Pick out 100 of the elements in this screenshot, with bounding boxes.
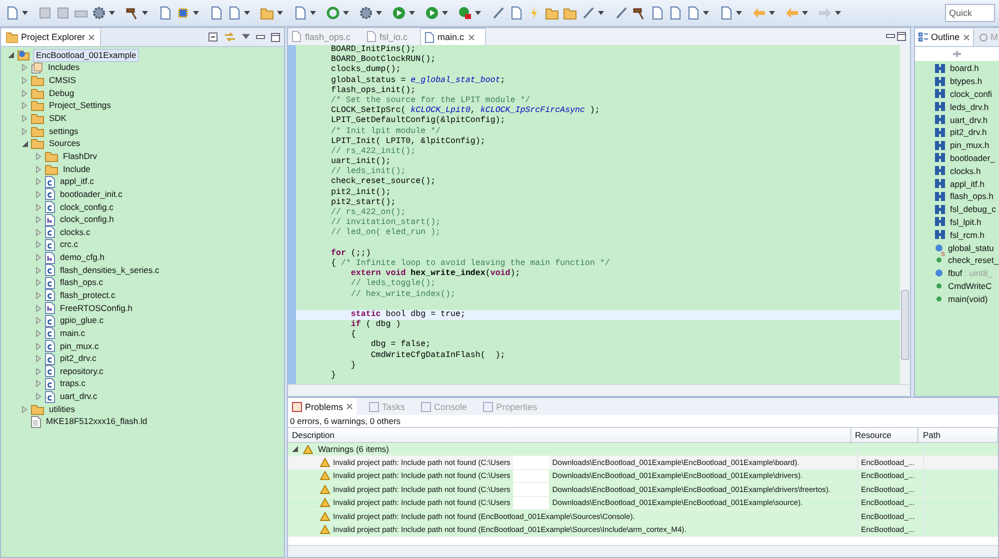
collapse-all-icon[interactable] xyxy=(208,32,218,42)
tree-item[interactable]: flash_ops.c xyxy=(58,277,105,288)
view-menu-icon[interactable] xyxy=(242,34,250,40)
tree-item[interactable]: pit2_drv.c xyxy=(58,353,98,364)
tree-item[interactable]: gpio_glue.c xyxy=(58,315,106,326)
tree-item[interactable]: Sources xyxy=(47,138,82,150)
outline-item[interactable]: check_reset_ xyxy=(948,255,999,266)
tree-item[interactable]: appl_itf.c xyxy=(58,176,96,188)
collapsed-arrow-icon[interactable] xyxy=(22,64,27,72)
horizontal-scrollbar[interactable] xyxy=(288,384,910,396)
collapsed-arrow-icon[interactable] xyxy=(36,304,41,312)
tree-item[interactable]: FreeRTOSConfig.h xyxy=(58,302,134,314)
expanded-arrow-icon[interactable] xyxy=(8,52,14,58)
caret-icon[interactable] xyxy=(835,10,842,16)
caret-icon[interactable] xyxy=(244,10,251,16)
caret-icon[interactable] xyxy=(769,10,776,16)
caret-icon[interactable] xyxy=(22,10,29,16)
collapsed-arrow-icon[interactable] xyxy=(36,241,41,248)
tree-item[interactable]: CMSIS xyxy=(47,75,78,86)
collapsed-arrow-icon[interactable] xyxy=(36,152,41,160)
outline-item[interactable]: pin_mux.h xyxy=(950,140,990,150)
tree-item[interactable]: uart_drv.c xyxy=(58,391,100,402)
outline-item[interactable]: fsl_lpit.h xyxy=(950,216,982,227)
collapsed-arrow-icon[interactable] xyxy=(22,102,27,110)
collapsed-arrow-icon[interactable] xyxy=(36,178,41,186)
outline-item[interactable]: global_statu xyxy=(948,242,994,253)
collapsed-arrow-icon[interactable] xyxy=(36,317,41,324)
expanded-arrow-icon[interactable] xyxy=(22,140,28,147)
editor-tab[interactable]: main.c xyxy=(420,28,486,46)
outline-item[interactable]: bootloader_ xyxy=(950,152,995,163)
tree-item[interactable]: crc.c xyxy=(58,239,80,250)
outline-item[interactable]: fbuf : uint8_ xyxy=(948,268,992,278)
vertical-scrollbar[interactable] xyxy=(900,45,910,384)
tree-item[interactable]: clock_config.c xyxy=(58,202,116,212)
caret-icon[interactable] xyxy=(142,10,149,16)
close-icon[interactable] xyxy=(962,34,970,40)
collapsed-arrow-icon[interactable] xyxy=(22,77,27,84)
caret-icon[interactable] xyxy=(802,10,809,16)
outline-item[interactable]: fsl_debug_c xyxy=(950,204,996,214)
caret-icon[interactable] xyxy=(475,10,482,16)
outline-item[interactable]: main(void) xyxy=(948,294,988,304)
caret-icon[interactable] xyxy=(442,10,449,16)
tree-item[interactable]: repository.c xyxy=(58,366,106,377)
view-tab[interactable]: Project Explorer xyxy=(1,28,102,46)
caret-icon[interactable] xyxy=(409,10,416,16)
save-icon[interactable] xyxy=(37,5,53,21)
tree-item[interactable]: utilities xyxy=(47,404,77,415)
outline-item[interactable]: clock_confi xyxy=(950,88,992,99)
collapsed-arrow-icon[interactable] xyxy=(36,380,41,388)
collapsed-arrow-icon[interactable] xyxy=(22,90,27,97)
tree-item[interactable]: Project_Settings xyxy=(47,100,113,112)
outline-item[interactable]: appl_itf.h xyxy=(950,178,984,189)
tree-item[interactable]: traps.c xyxy=(58,378,88,390)
quick-access-field[interactable]: Quick xyxy=(945,4,995,22)
view-tab[interactable]: Problems xyxy=(288,398,358,415)
tree-item[interactable]: main.c xyxy=(58,328,88,339)
expanded-arrow-icon[interactable] xyxy=(292,446,298,452)
run-config-icon[interactable] xyxy=(424,5,440,21)
caret-icon[interactable] xyxy=(109,10,116,16)
outline-item[interactable]: leds_drv.h xyxy=(950,102,989,112)
minimize-icon[interactable] xyxy=(886,34,895,39)
tree-item[interactable]: pin_mux.c xyxy=(58,340,101,352)
run-icon[interactable] xyxy=(391,5,407,21)
outline-item[interactable]: CmdWriteC xyxy=(948,280,992,291)
collapsed-arrow-icon[interactable] xyxy=(36,330,41,337)
caret-icon[interactable] xyxy=(703,10,710,16)
tree-item[interactable]: flash_protect.c xyxy=(58,290,118,301)
tree-item[interactable]: flash_densities_k_series.c xyxy=(58,264,162,276)
collapsed-arrow-icon[interactable] xyxy=(36,355,41,362)
tree-item[interactable]: Debug xyxy=(47,88,76,99)
collapsed-arrow-icon[interactable] xyxy=(36,368,41,375)
column-header[interactable]: Description xyxy=(288,428,851,442)
collapsed-arrow-icon[interactable] xyxy=(36,228,41,236)
caret-icon[interactable] xyxy=(193,10,200,16)
tree-item[interactable]: clocks.c xyxy=(58,226,92,238)
collapsed-arrow-icon[interactable] xyxy=(36,342,41,350)
caret-icon[interactable] xyxy=(277,10,284,16)
maximize-icon[interactable] xyxy=(271,32,280,42)
collapsed-arrow-icon[interactable] xyxy=(36,279,41,286)
column-header[interactable]: Resource xyxy=(851,428,918,442)
toolbar-icon[interactable] xyxy=(952,50,962,58)
scrollbar-thumb[interactable] xyxy=(901,290,909,360)
minimize-icon[interactable] xyxy=(256,34,265,40)
tree-item[interactable]: demo_cfg.h xyxy=(58,252,106,264)
tree-item[interactable]: bootloader_init.c xyxy=(58,188,124,200)
close-icon[interactable] xyxy=(346,403,354,410)
collapsed-arrow-icon[interactable] xyxy=(36,292,41,299)
tree-item[interactable]: MKE18F512xxx16_flash.ld xyxy=(44,416,150,428)
collapsed-arrow-icon[interactable] xyxy=(22,128,27,135)
caret-icon[interactable] xyxy=(736,10,743,16)
collapsed-arrow-icon[interactable] xyxy=(36,254,41,262)
collapsed-arrow-icon[interactable] xyxy=(22,115,27,122)
collapsed-arrow-icon[interactable] xyxy=(36,204,41,210)
stop-icon[interactable] xyxy=(457,5,473,21)
outline-item[interactable]: fsl_rcm.h xyxy=(950,230,984,240)
caret-icon[interactable] xyxy=(376,10,383,16)
close-icon[interactable] xyxy=(468,34,476,40)
tree-item[interactable]: FlashDrv xyxy=(61,150,100,162)
outline-item[interactable]: flash_ops.h xyxy=(950,191,994,202)
maximize-icon[interactable] xyxy=(897,32,906,41)
